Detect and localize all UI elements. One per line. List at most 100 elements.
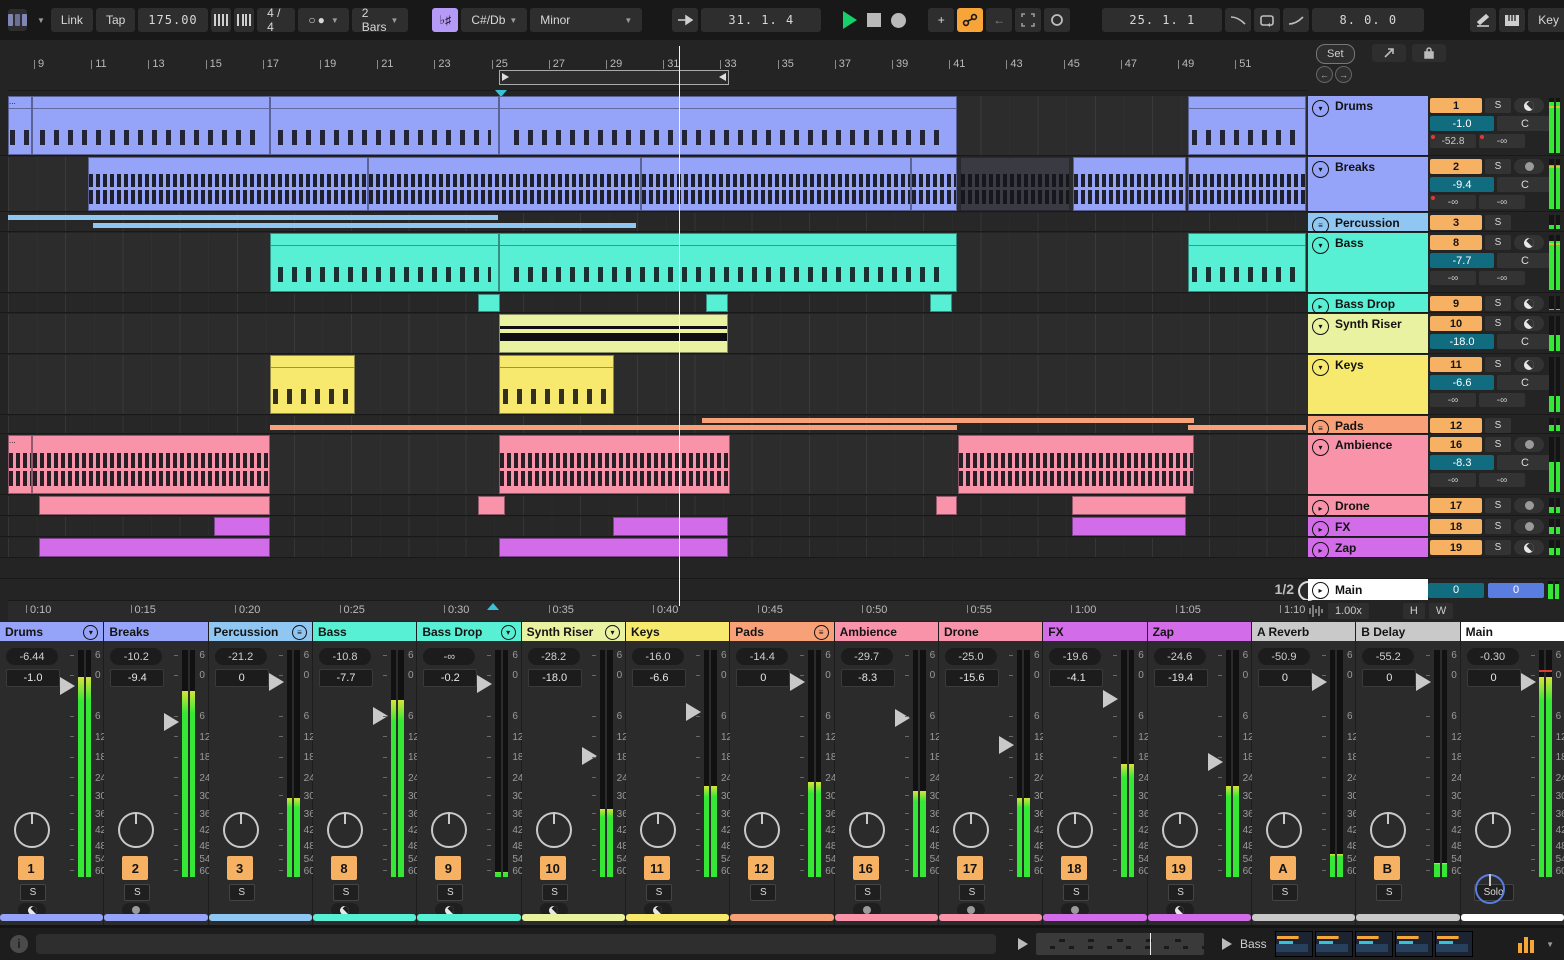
clip[interactable]: [478, 294, 500, 312]
volume-field[interactable]: 0: [214, 669, 269, 687]
clip[interactable]: [39, 538, 270, 557]
pan-knob[interactable]: [118, 812, 155, 848]
mixer-strip-fx[interactable]: FX -19.6 -4.1 6 0 6 12 18 24 30 36 42 48 54 60 18 S: [1043, 622, 1149, 925]
volume-field[interactable]: -7.7: [318, 669, 373, 687]
track-number-button[interactable]: A: [1269, 856, 1296, 880]
playback-speed-field[interactable]: 1.00x: [1328, 603, 1369, 619]
pan-knob[interactable]: [1057, 812, 1094, 848]
track-number-button[interactable]: 1: [18, 856, 44, 880]
track-number-button[interactable]: 12: [1430, 418, 1482, 433]
pan-knob[interactable]: [744, 812, 781, 848]
send-field[interactable]: -52.8: [1430, 134, 1476, 148]
arm-button[interactable]: [1514, 519, 1544, 534]
track-row-drone[interactable]: ▸ Drone 17 S: [0, 496, 1564, 517]
solo-button[interactable]: S: [332, 884, 359, 901]
peak-level-field[interactable]: -10.8: [318, 648, 371, 665]
track-header[interactable]: ▸ Drone: [1308, 496, 1428, 517]
app-menu-icon[interactable]: [8, 9, 27, 31]
volume-field[interactable]: -18.0: [1430, 334, 1494, 349]
solo-button[interactable]: S: [1485, 235, 1511, 250]
follow-button[interactable]: [672, 8, 699, 32]
mixer-strip-header[interactable]: Ambience: [834, 622, 938, 641]
pan-field[interactable]: C: [1497, 455, 1553, 470]
volume-field[interactable]: -1.0: [1430, 116, 1494, 131]
fold-icon[interactable]: ▾: [1312, 161, 1329, 178]
pan-field[interactable]: C: [1497, 334, 1553, 349]
track-number-button[interactable]: 16: [852, 856, 879, 880]
mixer-strip-header[interactable]: Synth Riser ▾: [521, 622, 625, 641]
pan-knob[interactable]: [1370, 812, 1407, 848]
solo-button[interactable]: S: [1485, 159, 1511, 174]
solo-button[interactable]: S: [1485, 519, 1511, 534]
clip[interactable]: [499, 233, 957, 292]
groove-pool-icon[interactable]: [233, 8, 255, 32]
fold-icon[interactable]: ▸: [1312, 521, 1329, 538]
track-number-button[interactable]: 9: [435, 856, 462, 880]
info-icon[interactable]: i: [10, 935, 28, 953]
mixer-strip-header[interactable]: Main: [1460, 622, 1564, 641]
clip-preview-play-icon[interactable]: [1018, 938, 1028, 950]
solo-button[interactable]: S: [1485, 215, 1511, 230]
spectrum-meter-icon[interactable]: [1518, 935, 1535, 953]
track-row-percussion[interactable]: ≡ Percussion 3 S: [0, 213, 1564, 234]
track-row-synth-riser[interactable]: ▾ Synth Riser 10 S -18.0 C: [0, 314, 1564, 354]
fold-icon[interactable]: ▾: [1312, 359, 1329, 376]
clip[interactable]: [706, 294, 728, 312]
stop-button[interactable]: [867, 13, 882, 27]
mixer-strip-header[interactable]: Drums ▾: [0, 622, 104, 641]
clip[interactable]: [958, 435, 1194, 494]
play-button[interactable]: [843, 11, 858, 29]
mixer-strip-header[interactable]: Zap: [1147, 622, 1251, 641]
fold-icon[interactable]: ▾: [1312, 439, 1329, 456]
solo-button[interactable]: S: [437, 884, 464, 901]
solo-button[interactable]: S: [1376, 884, 1403, 901]
fold-icon[interactable]: ▸: [1312, 298, 1329, 315]
playhead[interactable]: [679, 46, 680, 606]
key-map-button[interactable]: Key: [1528, 8, 1564, 32]
clip[interactable]: [270, 355, 355, 414]
clip[interactable]: [270, 96, 499, 155]
mixer-strip-header[interactable]: FX: [1043, 622, 1147, 641]
record-button[interactable]: [891, 12, 907, 28]
track-lane[interactable]: [8, 416, 1308, 433]
mixer-strip-synth-riser[interactable]: Synth Riser ▾ -28.2 -18.0 6 0 6 12 18 24 30 36 42 48 5…: [521, 622, 628, 925]
clip[interactable]: [88, 157, 368, 211]
pan-knob[interactable]: [14, 812, 50, 848]
track-number-button[interactable]: 2: [122, 856, 149, 880]
mixer-strip-b-delay[interactable]: B Delay -55.2 0 6 0 6 12 18 24 30 36 42 48 54 60 B S: [1356, 622, 1462, 925]
beat-time-ruler[interactable]: 9 11 13 15 17 19 21 23 25 27 29 31 33 35 37 39 41 43 45 47 4…: [8, 46, 1308, 97]
automation-mode-button[interactable]: [957, 8, 984, 32]
track-row-keys[interactable]: ▾ Keys 11 S -6.6 C -∞ -∞: [0, 355, 1564, 415]
send-field[interactable]: -∞: [1430, 393, 1476, 407]
track-header[interactable]: ▸ FX: [1308, 517, 1428, 538]
peak-level-field[interactable]: -21.2: [214, 648, 267, 665]
track-header[interactable]: ≡ Pads: [1308, 416, 1428, 437]
device-chain-preview[interactable]: [1274, 931, 1473, 957]
scale-name-menu[interactable]: Minor ▼: [530, 8, 643, 32]
main-track-header[interactable]: ▸ Main: [1308, 579, 1428, 600]
track-number-button[interactable]: 18: [1061, 856, 1088, 880]
clip[interactable]: [1188, 96, 1306, 155]
time-ruler[interactable]: 0:10 0:15 0:20 0:25 0:30 0:35 0:40 0:45 0:50 0:55…: [8, 600, 1308, 621]
track-number-button[interactable]: 19: [1430, 540, 1482, 555]
track-row-zap[interactable]: ▸ Zap 19 S: [0, 538, 1564, 559]
peak-level-field[interactable]: -29.7: [840, 648, 893, 665]
metronome-icon[interactable]: [210, 8, 231, 32]
lock-envelopes-icon[interactable]: [1412, 44, 1446, 62]
peak-level-field[interactable]: -∞: [423, 648, 476, 665]
track-header[interactable]: ▾ Synth Riser: [1308, 314, 1428, 353]
volume-field[interactable]: -0.2: [423, 669, 478, 687]
clip[interactable]: [960, 157, 1070, 211]
main-fold-icon[interactable]: ▸: [1312, 581, 1329, 599]
peak-level-field[interactable]: -6.44: [6, 648, 58, 665]
solo-button[interactable]: S: [20, 884, 46, 901]
volume-field[interactable]: -4.1: [1049, 669, 1104, 687]
solo-button[interactable]: S: [1485, 437, 1511, 452]
pan-field[interactable]: C: [1497, 253, 1553, 268]
track-lane[interactable]: ...: [8, 96, 1308, 155]
peak-level-field[interactable]: -0.30: [1466, 648, 1519, 665]
track-lane[interactable]: [8, 157, 1308, 211]
mixer-strip-main[interactable]: Main -0.30 0 6 0 6 12 18 24 30 36 42 48 54 60 Solo: [1460, 622, 1564, 925]
track-lane[interactable]: [8, 233, 1308, 292]
track-lane[interactable]: [8, 213, 1308, 231]
